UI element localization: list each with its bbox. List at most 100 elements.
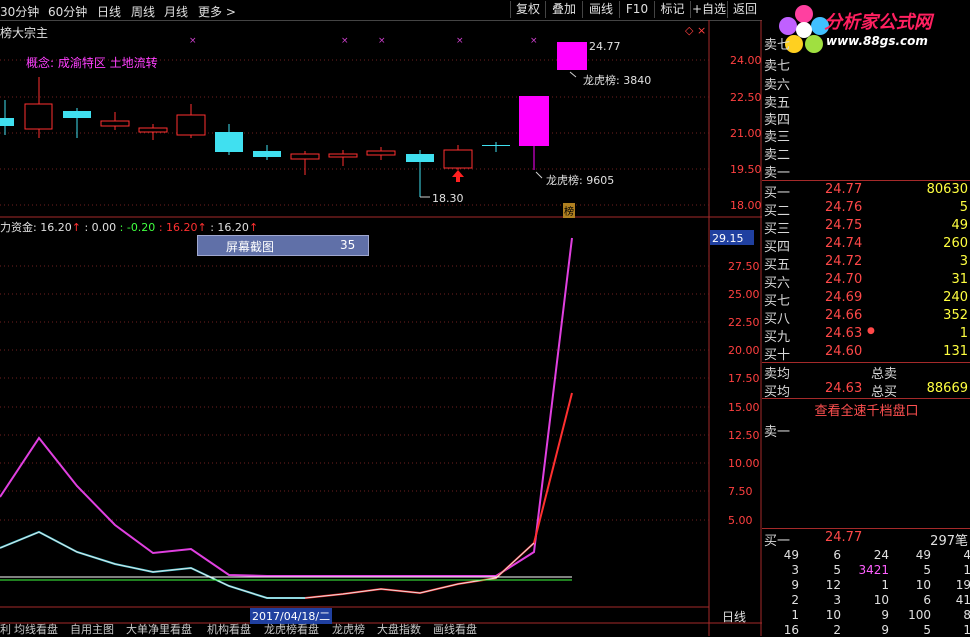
tab-lhb-view[interactable]: 龙虎榜看盘 — [264, 624, 319, 636]
bottom-tab-bar: 利 均线看盘 自用主图 大单净里看盘 机构看盘 龙虎榜看盘 龙虎榜 大盘指数 画… — [0, 624, 708, 636]
mark-button[interactable]: 标记 — [654, 1, 690, 18]
lhb-annotation-1: 龙虎榜: 3840 — [583, 74, 652, 87]
sell-row: 卖七 — [763, 34, 970, 53]
sell-label: 卖一 — [764, 166, 791, 181]
order-queue-cell: 3 — [833, 593, 841, 607]
sell-row: 卖三 — [763, 126, 970, 145]
buy-label: 买二 — [764, 204, 791, 219]
buy-price: 24.63 — [825, 326, 863, 341]
buy-row[interactable]: 买七 24.69 240 — [763, 290, 970, 309]
tab-drawing[interactable]: 画线看盘 — [433, 624, 477, 636]
sell-row: 卖五 — [763, 92, 970, 111]
period-week[interactable]: 周线 — [131, 3, 155, 20]
buy-row[interactable]: 买二 24.76 5 — [763, 200, 970, 219]
order-queue-cell: 10 — [825, 608, 841, 622]
buy-row[interactable]: 买六 24.70 31 — [763, 272, 970, 291]
period-month[interactable]: 月线 — [164, 3, 188, 20]
tab-custom[interactable]: 自用主图 — [70, 624, 114, 636]
buy-label: 买十 — [764, 348, 791, 363]
period-tag: 日线 — [722, 610, 747, 624]
buy-row[interactable]: 买八 24.66 352 — [763, 308, 970, 327]
buy-volume: 49 — [951, 218, 968, 233]
buy-row[interactable]: 买十 24.60 131 — [763, 344, 970, 363]
diamond-icon[interactable]: ◇ × — [685, 24, 706, 37]
up-arrow-icon: ↑ — [71, 221, 81, 234]
full-depth-button[interactable]: 查看全速千档盘口 — [763, 400, 970, 419]
low-price-annotation: 18.30 — [432, 192, 464, 205]
sell-label: 卖七 — [764, 38, 791, 53]
indicator-axis-label: 22.50 — [728, 316, 760, 329]
back-button[interactable]: 返回 — [727, 1, 762, 18]
order-queue-cell: 41 — [955, 593, 970, 607]
order-queue-cell: 10 — [873, 593, 889, 607]
order-queue-cell: 1 — [963, 623, 970, 637]
buy-avg-row: 买均 24.63 总买 88669 — [763, 381, 970, 400]
period-30min[interactable]: 30分钟 — [0, 3, 39, 20]
adjust-button[interactable]: 复权 — [510, 1, 545, 18]
add-watchlist-button[interactable]: +自选 — [690, 1, 727, 18]
order-queue-cell: 10 — [915, 578, 931, 592]
buy-label: 买一 — [764, 186, 791, 201]
sell-one-label: 卖一 — [764, 425, 791, 440]
buy-volume: 5 — [959, 200, 968, 215]
svg-text:×: × — [341, 36, 349, 46]
buy-row[interactable]: 买四 24.74 260 — [763, 236, 970, 255]
tab-li[interactable]: 利 — [0, 624, 11, 636]
order-queue-cell: 2 — [791, 593, 799, 607]
period-day[interactable]: 日线 — [97, 3, 121, 20]
buy-label: 买八 — [764, 312, 791, 327]
screenshot-value: 35 — [340, 238, 356, 252]
indicator-lines — [0, 237, 573, 599]
tab-ma[interactable]: 均线看盘 — [14, 624, 58, 636]
f10-button[interactable]: F10 — [619, 1, 654, 18]
buy-volume: 260 — [943, 236, 968, 251]
buy-row[interactable]: 买三 24.75 49 — [763, 218, 970, 237]
price-axis-label: 19.50 — [730, 163, 762, 176]
indicator-value-3: : -0.20 — [119, 221, 156, 234]
indicator-axis-label: 20.00 — [728, 344, 760, 357]
overlay-button[interactable]: 叠加 — [545, 1, 582, 18]
sell-row: 卖一 — [763, 162, 970, 181]
sell-row: 卖六 — [763, 74, 970, 93]
buy-volume: 31 — [951, 272, 968, 287]
order-queue-cell: 4 — [963, 548, 970, 562]
buy-row[interactable]: 买一 24.77 80630 — [763, 182, 970, 201]
chart-canvas[interactable]: × × × × × — [0, 20, 762, 636]
sell-avg-label: 卖均 — [764, 367, 791, 382]
buy-price: 24.75 — [825, 218, 863, 233]
order-queue-cell: 100 — [908, 608, 931, 622]
order-queue-cell: 9 — [881, 623, 889, 637]
period-60min[interactable]: 60分钟 — [48, 3, 87, 20]
indicator-axis-label: 12.50 — [728, 429, 760, 442]
order-queue-cell: 6 — [833, 548, 841, 562]
tab-lhb[interactable]: 龙虎榜 — [332, 624, 365, 636]
tab-bigorder[interactable]: 大单净里看盘 — [126, 624, 192, 636]
order-queue-cell: 2 — [833, 623, 841, 637]
buy-row[interactable]: 买五 24.72 3 — [763, 254, 970, 273]
indicator-grid — [0, 265, 709, 521]
buy-label: 买九 — [764, 330, 791, 345]
price-axis-label: 18.00 — [730, 199, 762, 212]
price-axis-label: 24.00 — [730, 54, 762, 67]
indicator-name: 力资金: — [0, 221, 37, 234]
logo-name: 分析家公式网 — [824, 12, 932, 33]
buy-price: 24.70 — [825, 272, 863, 287]
tab-index[interactable]: 大盘指数 — [377, 624, 421, 636]
draw-line-button[interactable]: 画线 — [582, 1, 619, 18]
tab-institution[interactable]: 机构看盘 — [207, 624, 251, 636]
total-sell-label: 总卖 — [871, 367, 898, 382]
screenshot-box[interactable]: 屏幕截图 35 — [197, 235, 369, 256]
period-toolbar: 30分钟 60分钟 日线 周线 月线 更多 > 复权 叠加 画线 F10 标记 … — [0, 0, 762, 21]
order-queue-cell: 3 — [791, 563, 799, 577]
indicator-axis-label: 17.50 — [728, 372, 760, 385]
indicator-value-5: : 16.20 — [210, 221, 249, 234]
buy-row[interactable]: 买九 24.63 ● 1 — [763, 326, 970, 345]
indicator-axis-label: 5.00 — [728, 514, 753, 527]
period-more[interactable]: 更多 > — [198, 3, 236, 20]
order-queue-cell: 6 — [923, 593, 931, 607]
svg-text:×: × — [530, 36, 538, 46]
lhb-badge[interactable]: 榜 — [563, 203, 575, 218]
order-queue-cell: 1 — [881, 578, 889, 592]
indicator-axis-label: 15.00 — [728, 401, 760, 414]
sell-label: 卖二 — [764, 148, 791, 163]
